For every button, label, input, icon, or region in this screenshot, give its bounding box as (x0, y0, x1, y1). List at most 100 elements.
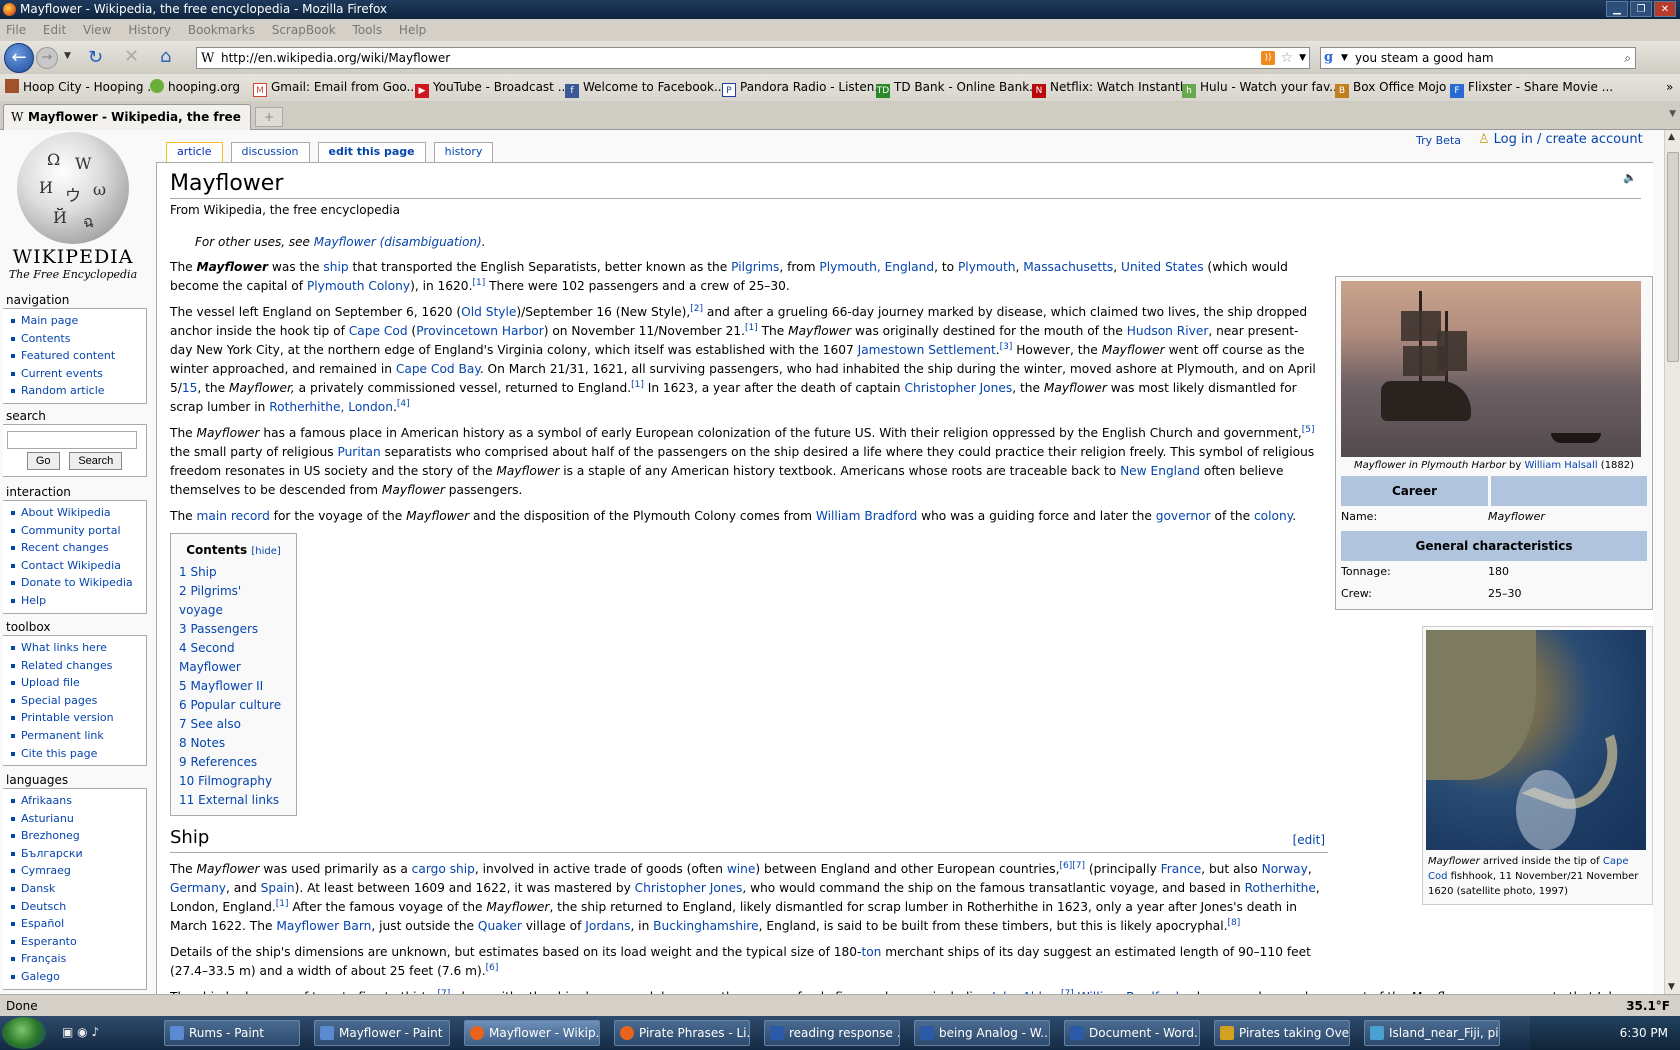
forward-button[interactable]: → (36, 47, 58, 69)
sidebar-item-random[interactable]: Random article (9, 382, 146, 400)
inline-link[interactable]: 15 (182, 381, 198, 395)
menu-file[interactable]: File (6, 23, 26, 37)
tab-discussion[interactable]: discussion (230, 142, 310, 162)
inline-link[interactable]: Christopher Jones (905, 381, 1013, 395)
url-bar[interactable]: W http://en.wikipedia.org/wiki/Mayflower… (196, 47, 1310, 69)
inline-link[interactable]: main record (197, 509, 270, 523)
taskbar-item[interactable]: Mayflower - Paint (314, 1020, 450, 1046)
mayflower-painting[interactable] (1341, 281, 1641, 457)
tab-edit[interactable]: edit this page (317, 142, 426, 162)
sidebar-item-about[interactable]: About Wikipedia (9, 504, 146, 522)
inline-link[interactable]: Norway (1262, 862, 1308, 876)
language-link[interactable]: Français (9, 950, 146, 968)
reload-icon[interactable]: ↻ (88, 47, 103, 68)
go-button[interactable]: Go (26, 452, 60, 470)
tab-list-dropdown-icon[interactable]: ▼ (1669, 109, 1676, 119)
clock[interactable]: 6:30 PM (1620, 1026, 1668, 1040)
sidebar-item-upload[interactable]: Upload file (9, 674, 146, 692)
inline-link[interactable]: France (1161, 862, 1202, 876)
sidebar-item-featured[interactable]: Featured content (9, 347, 146, 365)
language-link[interactable]: Cymraeg (9, 862, 146, 880)
inline-link[interactable]: William Bradford (816, 509, 917, 523)
citation-ref[interactable]: [8] (1227, 918, 1240, 928)
sidebar-item-recent-changes[interactable]: Recent changes (9, 539, 146, 557)
inline-link[interactable]: Cape Cod (349, 324, 408, 338)
language-link[interactable]: Български (9, 845, 146, 863)
menu-scrapbook[interactable]: ScrapBook (272, 23, 336, 37)
toc-item[interactable]: 11 External links (179, 791, 288, 810)
toc-item[interactable]: 7 See also (179, 715, 288, 734)
sidebar-item-permanent[interactable]: Permanent link (9, 727, 146, 745)
bookmark-item[interactable]: TD TD Bank - Online Bank... (876, 74, 1041, 101)
scroll-up-icon[interactable]: ▲ (1668, 132, 1675, 142)
inline-link[interactable]: Jordans (585, 919, 630, 933)
inline-link[interactable]: colony (1254, 509, 1292, 523)
search-bar[interactable]: g ▼ you steam a good ham ⌕ (1320, 47, 1636, 69)
toc-item[interactable]: 8 Notes (179, 734, 288, 753)
menu-tools[interactable]: Tools (353, 23, 383, 37)
login-link[interactable]: ♙ Log in / create account (1478, 132, 1643, 147)
bookmarks-overflow-icon[interactable]: » (1666, 74, 1673, 101)
inline-link[interactable]: governor (1156, 509, 1211, 523)
inline-link[interactable]: Buckinghamshire (653, 919, 758, 933)
citation-ref[interactable]: [3] (1000, 342, 1013, 352)
satellite-photo[interactable] (1426, 630, 1646, 850)
tab-article[interactable]: article (166, 142, 223, 162)
inline-link[interactable]: Pilgrims (731, 260, 779, 274)
bookmark-item[interactable]: N Netflix: Watch Instantly (1032, 74, 1190, 101)
language-link[interactable]: Asturianu (9, 810, 146, 828)
taskbar-item[interactable]: Rums - Paint (164, 1020, 300, 1046)
menu-edit[interactable]: Edit (43, 23, 66, 37)
try-beta-link[interactable]: Try Beta (1416, 134, 1461, 147)
bookmark-item[interactable]: M Gmail: Email from Goo... (253, 74, 418, 101)
taskbar-item[interactable]: being Analog - W... (914, 1020, 1050, 1046)
bookmark-item[interactable]: Hoop City - Hooping ... (5, 74, 159, 101)
home-icon[interactable]: ⌂ (160, 46, 171, 67)
sidebar-item-printable[interactable]: Printable version (9, 709, 146, 727)
inline-link[interactable]: Christopher Jones (635, 881, 743, 895)
toc-item[interactable]: 6 Popular culture (179, 696, 288, 715)
taskbar-item[interactable]: Pirates taking Ove... (1214, 1020, 1350, 1046)
toc-item[interactable]: 5 Mayflower II (179, 677, 288, 696)
citation-ref[interactable]: [1] (745, 323, 758, 333)
language-link[interactable]: Brezhoneg (9, 827, 146, 845)
inline-link[interactable]: wine (727, 862, 756, 876)
tab-mayflower[interactable]: W Mayflower - Wikipedia, the free ency..… (3, 104, 251, 148)
start-button[interactable] (2, 1017, 46, 1049)
citation-ref[interactable]: [6] (486, 963, 499, 973)
scroll-down-icon[interactable]: ▼ (1668, 982, 1675, 992)
wikipedia-logo[interactable]: ΩWИウωЙฉ WIKIPEDIA The Free Encyclopedia (8, 132, 138, 284)
bookmark-item[interactable]: f Welcome to Facebook... (565, 74, 725, 101)
inline-link[interactable]: Plymouth Colony (307, 279, 410, 293)
taskbar-item[interactable]: reading response ... (764, 1020, 900, 1046)
language-link[interactable]: Español (9, 915, 146, 933)
bookmark-item[interactable]: h Hulu - Watch your fav... (1182, 74, 1341, 101)
taskbar-item[interactable]: Pirate Phrases - Li... (614, 1020, 750, 1046)
scrollbar-thumb[interactable] (1667, 152, 1679, 362)
bookmark-item[interactable]: ▶ YouTube - Broadcast ... (415, 74, 569, 101)
toc-item[interactable]: 2 Pilgrims' voyage (179, 582, 288, 620)
firefox-launch-icon[interactable]: ◉ (77, 1025, 87, 1039)
inline-link[interactable]: Old Style (461, 305, 516, 319)
tab-history[interactable]: history (433, 142, 494, 162)
disambiguation-link[interactable]: Mayflower (disambiguation) (314, 235, 482, 249)
sidebar-item-donate[interactable]: Donate to Wikipedia (9, 574, 146, 592)
bookmark-item[interactable]: hooping.org (150, 74, 240, 101)
inline-link[interactable]: Provincetown Harbor (416, 324, 544, 338)
taskbar-item[interactable]: Island_near_Fiji, pi... (1364, 1020, 1500, 1046)
sidebar-item-what-links[interactable]: What links here (9, 639, 146, 657)
stop-icon[interactable]: ✕ (124, 46, 139, 67)
history-dropdown-icon[interactable]: ▼ (64, 51, 71, 61)
back-button[interactable]: ← (4, 43, 34, 73)
search-button[interactable]: Search (69, 452, 123, 470)
sidebar-item-community[interactable]: Community portal (9, 522, 146, 540)
language-link[interactable]: Galego (9, 968, 146, 986)
inline-link[interactable]: United States (1121, 260, 1204, 274)
inline-link[interactable]: Massachusetts (1023, 260, 1113, 274)
desktop-icon[interactable]: ▣ (62, 1025, 73, 1039)
language-link[interactable]: Deutsch (9, 898, 146, 916)
menu-bookmarks[interactable]: Bookmarks (188, 23, 255, 37)
bookmark-item[interactable]: P Pandora Radio - Listen... (722, 74, 886, 101)
inline-link[interactable]: Plymouth, England (819, 260, 934, 274)
sidebar-item-contact[interactable]: Contact Wikipedia (9, 557, 146, 575)
